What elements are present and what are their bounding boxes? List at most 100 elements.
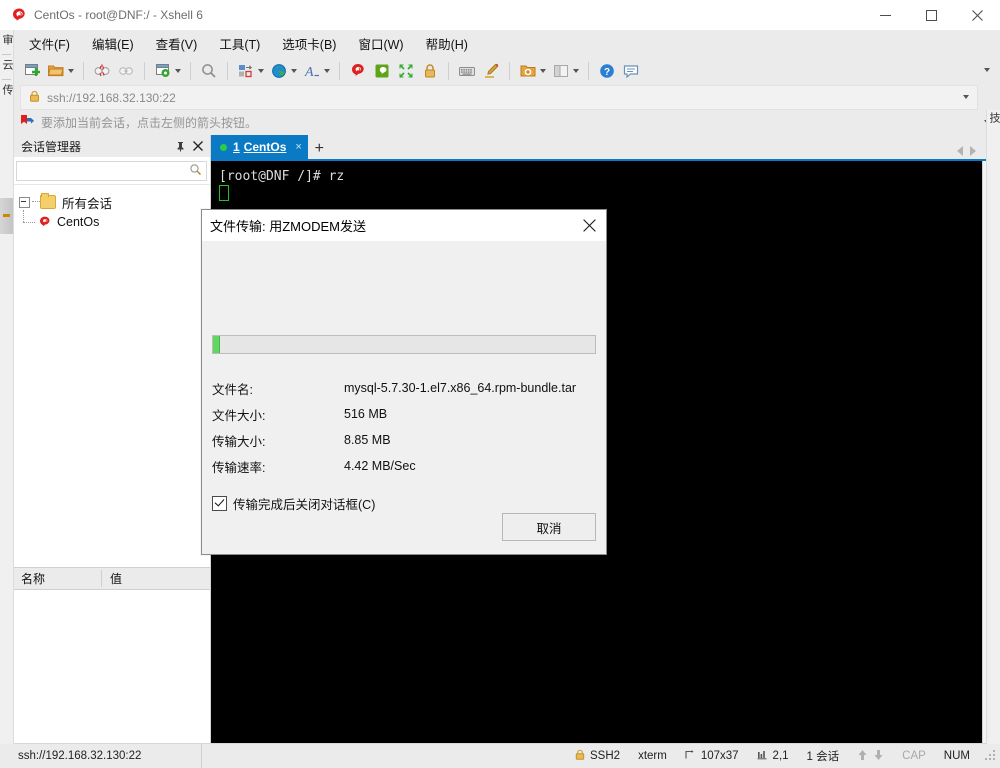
resize-icon xyxy=(685,749,696,763)
chevron-down-icon[interactable] xyxy=(540,69,546,73)
toolbar: A ? xyxy=(0,57,1000,85)
window-controls xyxy=(862,0,1000,30)
tab-next-icon[interactable] xyxy=(970,146,976,156)
status-num-lock: NUM xyxy=(943,750,970,762)
tab-close-icon[interactable]: × xyxy=(295,141,301,153)
properties-column-name[interactable]: 名称 xyxy=(13,570,102,587)
menu-tools[interactable]: 工具(T) xyxy=(208,31,271,56)
arrow-down-icon xyxy=(873,749,884,764)
tree-node-label: CentOs xyxy=(57,215,100,229)
status-session-count[interactable]: 1 会话 xyxy=(798,748,849,764)
chevron-down-icon[interactable] xyxy=(68,69,74,73)
tree-node-all-sessions[interactable]: 所有会话 xyxy=(13,192,210,212)
reconnect-icon[interactable] xyxy=(114,59,138,83)
status-protocol-cell[interactable]: SSH2 xyxy=(566,749,629,763)
info-row-speed: 传输速率: 4.42 MB/Sec xyxy=(212,453,596,479)
chevron-down-icon[interactable] xyxy=(573,69,579,73)
fullscreen-icon[interactable] xyxy=(394,59,418,83)
chevron-down-icon[interactable] xyxy=(258,69,264,73)
add-to-folder-icon[interactable] xyxy=(516,59,549,83)
close-on-complete-checkbox-row[interactable]: 传输完成后关闭对话框(C) xyxy=(212,494,596,513)
help-icon[interactable]: ? xyxy=(595,59,619,83)
tree-node-centos[interactable]: CentOs xyxy=(13,210,210,232)
menu-help[interactable]: 帮助(H) xyxy=(415,31,479,56)
toolbar-overflow-icon[interactable] xyxy=(984,68,990,72)
left-strip-label[interactable]: 审 xyxy=(1,34,13,51)
dialog-title-bar: 文件传输: 用ZMODEM发送 xyxy=(202,210,606,241)
feedback-icon[interactable] xyxy=(619,59,643,83)
right-strip-label[interactable]: 技 xyxy=(988,112,1000,127)
status-cursor-position: 2,1 xyxy=(772,750,789,762)
menu-view[interactable]: 查看(V) xyxy=(145,31,209,56)
toolbar-separator xyxy=(190,62,191,80)
xftp-icon[interactable] xyxy=(370,59,394,83)
minimize-button[interactable] xyxy=(862,0,908,30)
cancel-button[interactable]: 取消 xyxy=(502,513,596,541)
address-value: ssh://192.168.32.130:22 xyxy=(47,90,176,105)
session-tree: 所有会话 CentOs xyxy=(13,184,210,542)
session-search-box[interactable] xyxy=(16,161,207,181)
toolbar-separator xyxy=(83,62,84,80)
split-view-icon[interactable] xyxy=(549,59,582,83)
close-on-complete-checkbox[interactable] xyxy=(212,496,227,511)
status-size-cell[interactable]: 107x37 xyxy=(676,749,748,763)
dialog-close-button[interactable] xyxy=(572,211,606,241)
close-panel-icon[interactable] xyxy=(190,137,206,155)
tab-prev-icon[interactable] xyxy=(957,146,963,156)
layout-icon[interactable] xyxy=(234,59,267,83)
address-dropdown-icon[interactable] xyxy=(963,95,969,99)
strip-separator xyxy=(2,54,11,55)
properties-column-value[interactable]: 值 xyxy=(102,570,122,587)
new-session-icon[interactable] xyxy=(20,59,44,83)
menu-window[interactable]: 窗口(W) xyxy=(347,31,414,56)
address-bar[interactable]: ssh://192.168.32.130:22 xyxy=(20,85,978,110)
tab-centos[interactable]: 1 CentOs × xyxy=(211,135,308,159)
left-strip-active-tab[interactable] xyxy=(0,198,13,234)
chevron-down-icon[interactable] xyxy=(291,69,297,73)
open-folder-icon[interactable] xyxy=(44,59,77,83)
pin-icon[interactable] xyxy=(172,137,188,155)
globe-encoding-icon[interactable] xyxy=(267,59,300,83)
xshell-icon[interactable] xyxy=(346,59,370,83)
right-docked-strip[interactable]: 技 xyxy=(986,110,1000,744)
find-icon[interactable] xyxy=(197,59,221,83)
left-docked-strip[interactable]: 审 云 传 xyxy=(0,30,14,744)
transfer-progress-bar xyxy=(212,335,596,354)
svg-text:A: A xyxy=(304,65,314,80)
search-input[interactable] xyxy=(22,163,189,179)
left-strip-label-2[interactable]: 云 xyxy=(1,59,13,76)
close-button[interactable] xyxy=(954,0,1000,30)
transfer-progress-fill xyxy=(213,336,221,353)
chevron-down-icon[interactable] xyxy=(175,69,181,73)
quick-command-bar: 要添加当前会话，点击左侧的箭头按钮。 xyxy=(0,110,1000,135)
chevron-down-icon[interactable] xyxy=(324,69,330,73)
disconnect-icon[interactable] xyxy=(90,59,114,83)
font-icon[interactable]: A xyxy=(300,59,333,83)
collapse-icon[interactable] xyxy=(19,196,30,208)
address-bar-container: ssh://192.168.32.130:22 xyxy=(0,85,1000,110)
keyboard-icon[interactable] xyxy=(455,59,479,83)
new-tab-button[interactable]: + xyxy=(309,138,330,159)
search-icon[interactable] xyxy=(189,163,202,179)
tab-index: 1 xyxy=(233,140,240,154)
left-strip-label-3[interactable]: 传 xyxy=(1,84,13,101)
session-manager-title: 会话管理器 xyxy=(21,139,82,154)
menu-file[interactable]: 文件(F) xyxy=(18,31,81,56)
toolbar-separator xyxy=(227,62,228,80)
highlight-icon[interactable] xyxy=(479,59,503,83)
resize-grip[interactable] xyxy=(985,750,997,762)
session-search-container xyxy=(13,157,210,184)
toolbar-separator xyxy=(509,62,510,80)
lock-icon[interactable] xyxy=(418,59,442,83)
status-cursor-cell[interactable]: 2,1 xyxy=(748,749,798,763)
status-term-type[interactable]: xterm xyxy=(629,750,676,762)
info-label: 文件名: xyxy=(212,382,253,397)
menu-edit[interactable]: 编辑(E) xyxy=(81,31,145,56)
transfer-info-table: 文件名: mysql-5.7.30-1.el7.x86_64.rpm-bundl… xyxy=(212,375,596,479)
maximize-button[interactable] xyxy=(908,0,954,30)
session-properties-icon[interactable] xyxy=(151,59,184,83)
bookmark-arrow-icon[interactable] xyxy=(20,114,34,131)
menu-tabs[interactable]: 选项卡(B) xyxy=(271,31,347,56)
xshell-session-icon xyxy=(38,215,52,229)
strip-separator xyxy=(2,79,11,80)
